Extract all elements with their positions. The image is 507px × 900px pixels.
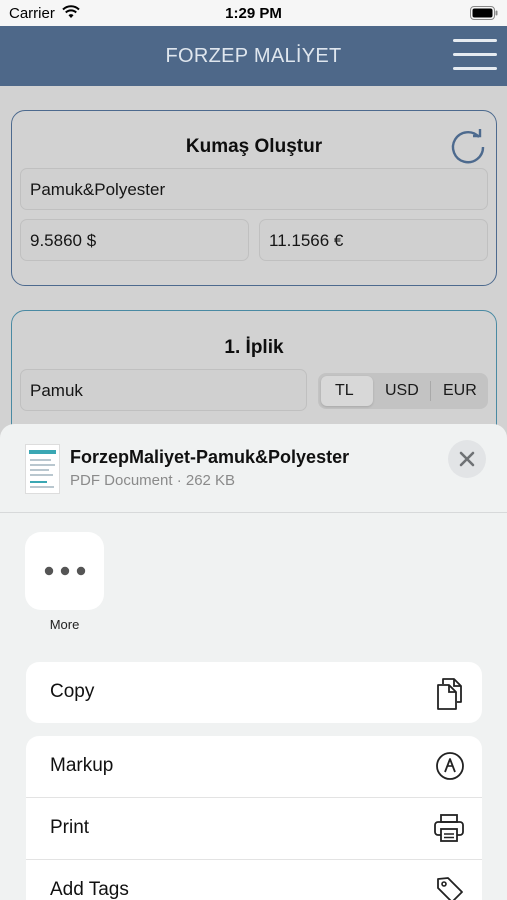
yarn-card-title: 1. İplik	[224, 337, 284, 358]
action-markup-label: Markup	[50, 755, 114, 776]
more-button[interactable]	[25, 532, 104, 610]
fabric-name-field[interactable]: Pamuk&Polyester	[20, 168, 488, 210]
pdf-thumbnail	[25, 444, 60, 494]
close-button[interactable]	[448, 440, 486, 478]
action-group-main: Markup Print Add Tags	[26, 736, 482, 900]
yarn-name-field[interactable]: Pamuk	[20, 369, 307, 411]
more-label: More	[49, 617, 80, 632]
currency-option-eur[interactable]: EUR	[443, 382, 477, 400]
action-add-tags[interactable]: Add Tags	[26, 860, 482, 900]
status-bar: Carrier 1:29 PM	[0, 0, 507, 26]
action-copy[interactable]: Copy	[26, 662, 482, 723]
usd-price-field[interactable]: 9.5860 $	[20, 219, 249, 261]
tag-icon	[435, 875, 465, 900]
fabric-card-title: Kumaş Oluştur	[185, 136, 323, 157]
currency-option-tl[interactable]: TL	[335, 382, 354, 400]
file-name: ForzepMaliyet-Pamuk&Polyester	[70, 447, 350, 467]
hamburger-menu-icon[interactable]	[453, 39, 497, 73]
battery-icon	[470, 6, 498, 24]
ellipsis-icon	[44, 566, 86, 576]
copy-icon	[435, 677, 465, 716]
close-icon	[459, 451, 475, 467]
file-meta: PDF Document · 262 KB	[70, 472, 236, 489]
action-copy-label: Copy	[50, 681, 95, 702]
currency-segmented-control[interactable]: TL USD EUR	[318, 373, 488, 409]
action-add-tags-label: Add Tags	[50, 879, 129, 900]
action-markup[interactable]: Markup	[26, 736, 482, 797]
refresh-icon[interactable]	[449, 128, 487, 171]
action-print-label: Print	[50, 817, 90, 838]
status-time: 1:29 PM	[225, 5, 282, 22]
fabric-card: Kumaş Oluştur Pamuk&Polyester 9.5860 $ 1…	[11, 110, 497, 286]
page-title: FORZEP MALİYET	[165, 45, 342, 67]
segment-divider	[430, 381, 431, 401]
share-sheet-header: ForzepMaliyet-Pamuk&Polyester PDF Docume…	[0, 424, 507, 512]
print-icon	[433, 813, 465, 848]
action-print[interactable]: Print	[26, 798, 482, 859]
markup-icon	[435, 751, 465, 786]
eur-price-field[interactable]: 11.1566 €	[259, 219, 488, 261]
share-sheet: ForzepMaliyet-Pamuk&Polyester PDF Docume…	[0, 424, 507, 900]
divider	[0, 512, 507, 513]
action-group-copy: Copy	[26, 662, 482, 723]
currency-option-usd[interactable]: USD	[385, 382, 419, 400]
navigation-bar: FORZEP MALİYET	[0, 26, 507, 86]
